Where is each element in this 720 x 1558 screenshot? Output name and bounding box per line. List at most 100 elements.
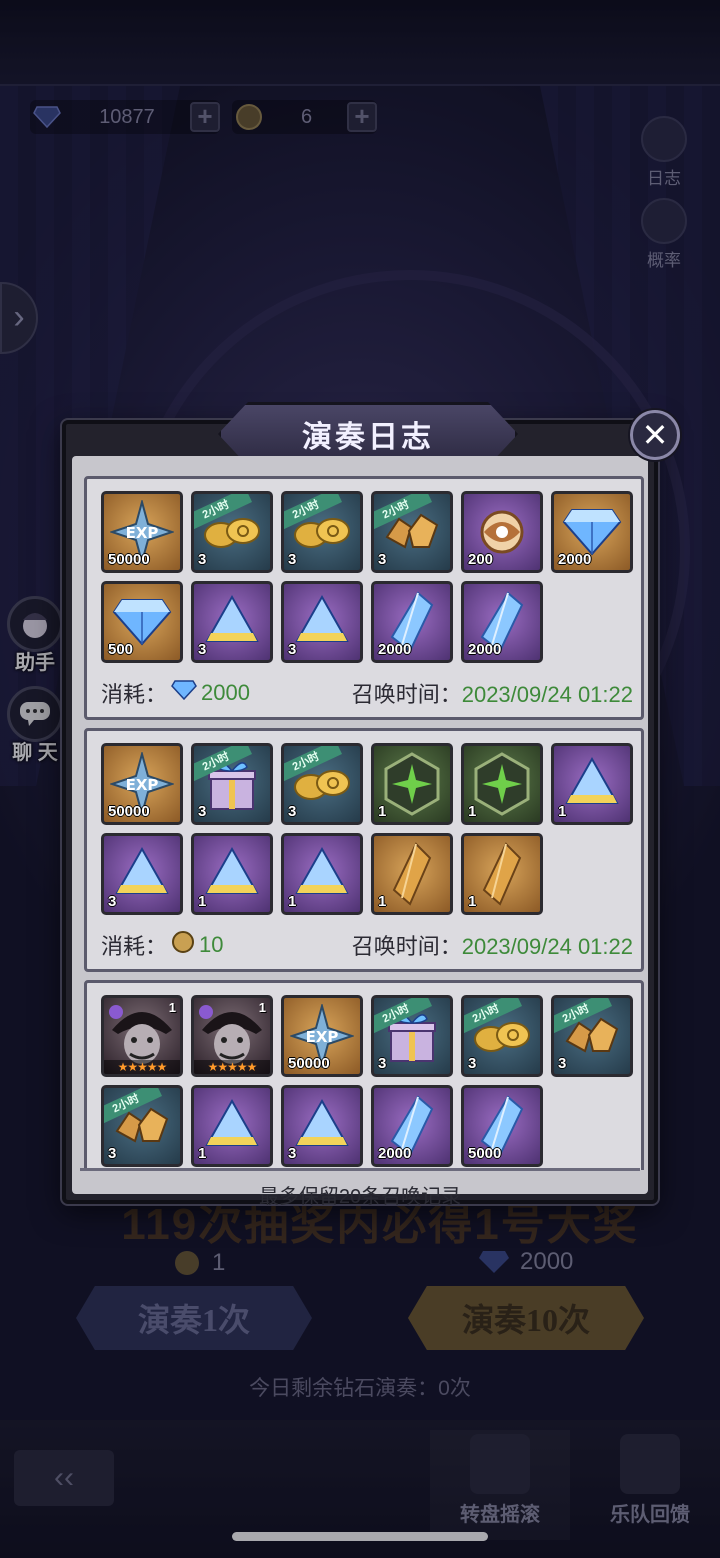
item-quantity: 3 [288, 1145, 297, 1162]
character-level: 1 [168, 1000, 176, 1015]
item-quantity: 1 [288, 893, 297, 910]
entry-cost: 消耗： 2000 [101, 677, 250, 709]
reward-item-exp[interactable]: EXP 50000 [281, 995, 363, 1077]
reward-item-rune[interactable]: 1 [371, 743, 453, 825]
entry-footer: 消耗： 10 召唤时间：2023/09/24 01:22 [101, 915, 633, 965]
reward-item-prism[interactable]: 1 [191, 1085, 273, 1167]
item-quantity: 2000 [558, 551, 592, 568]
retention-note: 最多保留20条召唤记录 [258, 1186, 462, 1208]
performance-log-modal: 演奏日志 EXP 50000 2小时 3 2小时 3 2小时 3 200 2000 500 3 3 200… [62, 402, 658, 1208]
time-value: 2023/09/24 01:22 [461, 682, 633, 707]
item-quantity: 2000 [378, 641, 412, 658]
reward-grid: EXP 50000 2小时 3 2小时 3 2小时 3 200 2000 500 3 3 2000 2000 [101, 491, 633, 663]
item-quantity: 3 [108, 1145, 117, 1162]
entry-time: 召唤时间：2023/09/24 01:22 [352, 677, 633, 709]
reward-item-character[interactable]: 1 ★★★★★ [191, 995, 273, 1077]
reward-item-prism[interactable]: 3 [101, 833, 183, 915]
reward-item-gift[interactable]: 2小时 3 [371, 995, 453, 1077]
reward-grid: EXP 50000 2小时 3 2小时 3 1 1 1 3 1 1 1 1 [101, 743, 633, 915]
item-quantity: 3 [108, 893, 117, 910]
reward-item-crystal[interactable]: 2000 [371, 1085, 453, 1167]
reward-item-prism[interactable]: 1 [191, 833, 273, 915]
cost-label: 消耗： [101, 682, 168, 707]
reward-item-gift[interactable]: 2小时 3 [191, 743, 273, 825]
item-quantity: 3 [288, 803, 297, 820]
reward-item-shard[interactable]: 1 [461, 833, 543, 915]
reward-item-prism[interactable]: 3 [281, 581, 363, 663]
reward-item-prism[interactable]: 3 [281, 1085, 363, 1167]
item-quantity: 3 [198, 551, 207, 568]
svg-text:EXP: EXP [126, 524, 159, 542]
cost-value: 10 [199, 932, 224, 957]
reward-item-shard[interactable]: 1 [371, 833, 453, 915]
log-entry: 1 ★★★★★ 1 ★★★★★ EXP 50000 2小时 3 2小时 3 2小时 3 2小时 3 1 3 20… [84, 980, 644, 1170]
reward-item-ore[interactable]: 2小时 3 [371, 491, 453, 573]
reward-item-ore[interactable]: 2小时 3 [101, 1085, 183, 1167]
diamond-icon [171, 680, 197, 706]
reward-item-ore[interactable]: 2小时 3 [551, 995, 633, 1077]
item-quantity: 500 [108, 641, 134, 658]
item-quantity: 1 [558, 803, 567, 820]
item-quantity: 1 [198, 1145, 207, 1162]
modal-content: EXP 50000 2小时 3 2小时 3 2小时 3 200 2000 500 3 3 2000 2000… [72, 456, 648, 1208]
item-quantity: 200 [468, 551, 494, 568]
item-quantity: 50000 [288, 1055, 330, 1072]
item-quantity: 50000 [108, 803, 150, 820]
item-quantity: 3 [288, 551, 297, 568]
time-value: 2023/09/24 01:22 [461, 934, 633, 959]
item-quantity: 1 [378, 893, 387, 910]
close-icon: ✕ [641, 417, 669, 453]
log-entry: EXP 50000 2小时 3 2小时 3 2小时 3 200 2000 500 3 3 2000 2000… [84, 476, 644, 720]
reward-item-coins[interactable]: 2小时 3 [281, 743, 363, 825]
reward-item-prism[interactable]: 3 [191, 581, 273, 663]
item-quantity: 1 [198, 893, 207, 910]
item-quantity: 3 [378, 1055, 387, 1072]
cost-value: 2000 [201, 680, 250, 705]
star-rating: ★★★★★ [194, 1060, 270, 1074]
entry-cost: 消耗： 10 [101, 929, 224, 961]
cost-label: 消耗： [101, 934, 168, 959]
log-list[interactable]: EXP 50000 2小时 3 2小时 3 2小时 3 200 2000 500 3 3 2000 2000… [80, 476, 648, 1170]
item-quantity: 50000 [108, 551, 150, 568]
item-quantity: 3 [468, 1055, 477, 1072]
time-label: 召唤时间： [351, 934, 462, 959]
item-quantity: 2000 [468, 641, 502, 658]
reward-item-crystal[interactable]: 5000 [461, 1085, 543, 1167]
item-quantity: 5000 [468, 1145, 502, 1162]
item-quantity: 3 [378, 551, 387, 568]
modal-title: 演奏日志 [302, 421, 434, 454]
time-label: 召唤时间： [351, 682, 462, 707]
reward-item-crystal[interactable]: 2000 [461, 581, 543, 663]
reward-item-coins[interactable]: 2小时 3 [461, 995, 543, 1077]
reward-item-exp[interactable]: EXP 50000 [101, 491, 183, 573]
reward-item-coins[interactable]: 2小时 3 [191, 491, 273, 573]
item-quantity: 3 [558, 1055, 567, 1072]
reward-item-prism[interactable]: 1 [551, 743, 633, 825]
character-level: 1 [258, 1000, 266, 1015]
reward-item-rune[interactable]: 1 [461, 743, 543, 825]
guitar-token-icon [171, 930, 195, 960]
close-button[interactable]: ✕ [630, 410, 680, 460]
reward-item-prism[interactable]: 1 [281, 833, 363, 915]
entry-time: 召唤时间：2023/09/24 01:22 [352, 929, 633, 961]
item-quantity: 3 [198, 641, 207, 658]
svg-text:EXP: EXP [306, 1028, 339, 1046]
reward-item-coins[interactable]: 2小时 3 [281, 491, 363, 573]
entry-footer: 消耗： 2000 召唤时间：2023/09/24 01:22 [101, 663, 633, 713]
reward-item-diamond[interactable]: 500 [101, 581, 183, 663]
item-quantity: 3 [198, 803, 207, 820]
star-rating: ★★★★★ [104, 1060, 180, 1074]
svg-text:EXP: EXP [126, 776, 159, 794]
item-quantity: 1 [468, 803, 477, 820]
log-entry: EXP 50000 2小时 3 2小时 3 1 1 1 3 1 1 1 1 消耗： 10 召唤时间：2023/0… [84, 728, 644, 972]
reward-item-orb[interactable]: 200 [461, 491, 543, 573]
item-quantity: 3 [288, 641, 297, 658]
reward-item-exp[interactable]: EXP 50000 [101, 743, 183, 825]
reward-item-character[interactable]: 1 ★★★★★ [101, 995, 183, 1077]
item-quantity: 2000 [378, 1145, 412, 1162]
item-quantity: 1 [378, 803, 387, 820]
reward-grid: 1 ★★★★★ 1 ★★★★★ EXP 50000 2小时 3 2小时 3 2小时 3 2小时 3 1 3 20… [101, 995, 633, 1167]
list-divider [80, 1168, 640, 1171]
reward-item-crystal[interactable]: 2000 [371, 581, 453, 663]
reward-item-diamond[interactable]: 2000 [551, 491, 633, 573]
